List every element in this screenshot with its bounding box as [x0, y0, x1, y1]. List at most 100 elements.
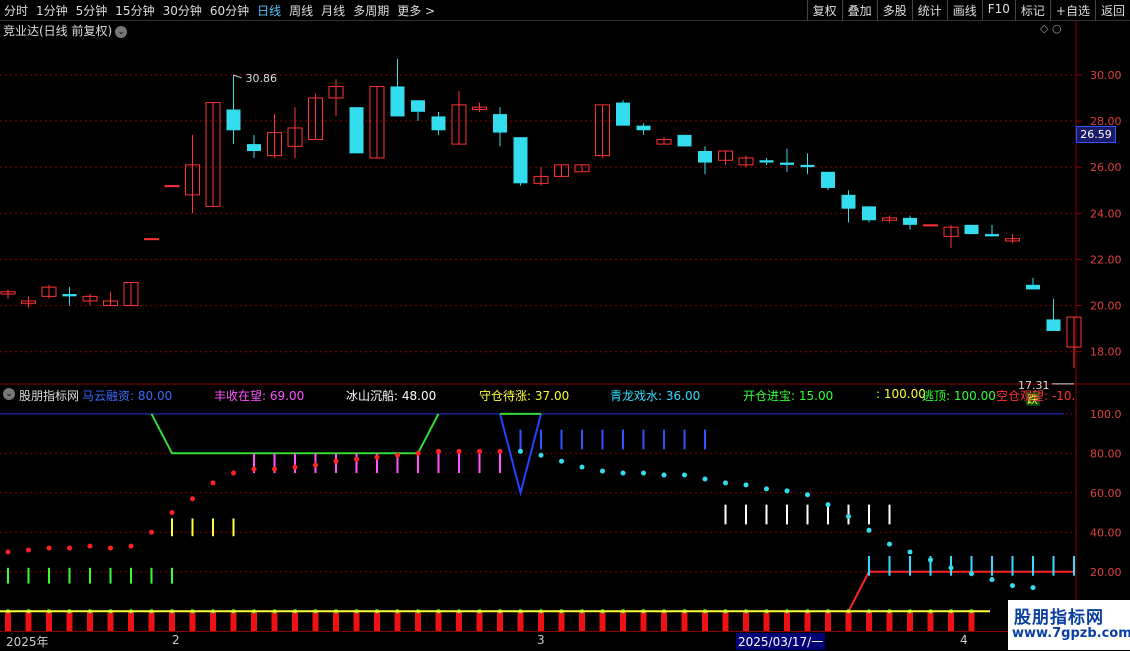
bottom-red-bar — [907, 611, 913, 631]
bottom-red-bar — [804, 611, 811, 631]
date-month-3: 3 — [537, 633, 545, 647]
bottom-red-bar — [312, 611, 319, 631]
bottom-red-bar — [538, 611, 544, 631]
bottom-red-bar — [189, 611, 196, 631]
indicator-dot — [641, 470, 646, 476]
bottom-red-bar — [66, 611, 73, 631]
bottom-red-bar — [107, 611, 114, 631]
date-year: 2025年 — [6, 635, 49, 649]
indicator-dot — [128, 543, 134, 549]
bottom-red-bar — [661, 611, 667, 631]
indicator-dot — [887, 541, 892, 547]
bottom-red-bar — [825, 611, 831, 631]
indicator-dot — [231, 470, 236, 476]
indicator-dot — [210, 480, 216, 486]
indicator-dot — [784, 488, 790, 494]
indicator-dot — [354, 456, 359, 462]
candle-body — [903, 217, 917, 225]
indicator-dot — [620, 470, 626, 476]
indicator-legend-1: 丰收在望: 69.00 — [214, 389, 305, 402]
indicator-legend-3: 守仓待涨: 37.00 — [479, 389, 570, 402]
bottom-red-bar — [415, 611, 421, 631]
bottom-red-bar — [292, 611, 298, 631]
candle-body — [431, 116, 446, 131]
indicator-dot — [169, 510, 175, 516]
candle-body — [759, 160, 774, 163]
indicator-dot — [87, 543, 93, 549]
indicator-dot — [292, 464, 298, 470]
bottom-red-bar — [968, 611, 975, 631]
indicator-legend-6: : 100.00 — [876, 387, 926, 401]
bottom-red-bar — [148, 611, 155, 631]
indicator-dot — [26, 547, 31, 553]
indicator-dot — [538, 452, 544, 458]
indicator-dot — [723, 480, 728, 486]
candle-body — [62, 294, 77, 297]
date-month-2: 2 — [172, 633, 180, 647]
bottom-red-bar — [579, 611, 585, 631]
bottom-red-bar — [845, 611, 852, 631]
bottom-red-bar — [927, 611, 934, 631]
indicator-dot — [67, 545, 72, 551]
high-price-label: 30.86 — [246, 72, 278, 85]
bottom-red-bar — [948, 611, 954, 631]
ind-axis-label: 80.00 — [1090, 447, 1122, 460]
indicator-dot — [579, 464, 585, 470]
indicator-dot — [682, 472, 687, 478]
bottom-red-bar — [497, 611, 503, 631]
bottom-red-bar — [722, 611, 729, 631]
candle-body — [226, 109, 241, 131]
main-axis-label: 20.00 — [1090, 300, 1122, 313]
watermark-url: www.7gpzb.com — [1012, 626, 1130, 641]
candle-body — [616, 102, 630, 126]
candle-body — [780, 162, 794, 165]
indicator-dot — [313, 462, 318, 468]
indicator-dot — [456, 448, 462, 454]
candle-body — [923, 224, 938, 227]
indicator-dot — [5, 549, 11, 555]
ind-axis-label: 60.00 — [1090, 487, 1122, 500]
candle-body — [1026, 284, 1040, 290]
indicator-dot — [743, 482, 749, 488]
bottom-red-bar — [230, 611, 237, 631]
indicator-dot — [866, 527, 872, 533]
bottom-red-bar — [558, 611, 565, 631]
bottom-red-bar — [25, 611, 32, 631]
bottom-red-bar — [169, 611, 175, 631]
indicator-dot — [825, 502, 831, 508]
date-month-4: 4 — [960, 633, 968, 647]
indicator-header: ⌄ 股朋指标网 马云融资: 80.00 丰收在望: 69.00 冰山沉船: 48.0… — [0, 386, 1076, 402]
bottom-red-bar — [681, 611, 688, 631]
indicator-dot — [149, 529, 154, 535]
bottom-red-bar — [620, 611, 626, 631]
bottom-red-bar — [374, 611, 380, 631]
chart-canvas: 30.0028.0026.0024.0022.0020.0018.0030.86… — [0, 20, 1130, 631]
candle-body — [677, 134, 692, 147]
bottom-red-bar — [886, 611, 893, 631]
main-axis-label: 30.00 — [1090, 69, 1122, 82]
indicator-dot — [436, 448, 441, 454]
candle-body — [349, 107, 364, 154]
bottom-red-bar — [702, 611, 708, 631]
indicator-legend-2: 冰山沉船: 48.00 — [346, 389, 437, 402]
watermark-title: 股朋指标网 — [1014, 608, 1104, 628]
indicator-name: 股朋指标网 — [19, 389, 80, 402]
indicator-dot — [497, 448, 503, 454]
bottom-red-bar — [5, 611, 11, 631]
bottom-red-bar — [435, 611, 442, 631]
bottom-red-bar — [866, 611, 872, 631]
bottom-red-bar — [46, 611, 52, 631]
date-axis: 2025年 2 3 2025/03/17/一 4 — [0, 631, 1076, 651]
candle-body — [636, 125, 651, 131]
bottom-red-bar — [271, 611, 278, 631]
indicator-dot — [333, 458, 339, 464]
indicator-dot — [989, 577, 995, 583]
indicator-dot — [374, 454, 380, 460]
indicator-dot — [46, 545, 52, 551]
indicator-dot — [477, 448, 482, 454]
bottom-red-bar — [251, 611, 257, 631]
main-axis-label: 18.00 — [1090, 346, 1122, 359]
bottom-red-bar — [743, 611, 749, 631]
bottom-red-bar — [599, 611, 606, 631]
bottom-red-bar — [333, 611, 339, 631]
